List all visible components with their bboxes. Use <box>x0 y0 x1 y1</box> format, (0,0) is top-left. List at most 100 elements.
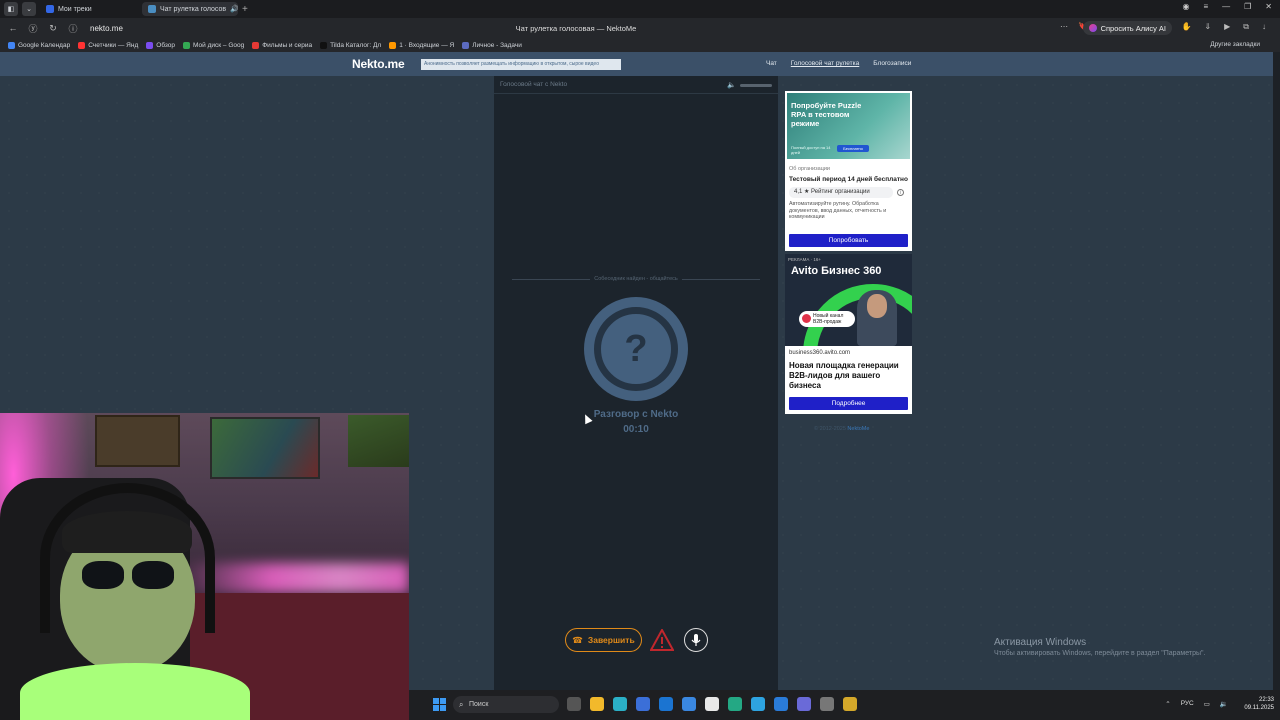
google-calendar-icon <box>8 41 15 49</box>
todo-icon[interactable] <box>682 697 696 711</box>
system-tray: ⌃ РУС ▭ 🔉 <box>1165 700 1228 708</box>
activation-title: Активация Windows <box>994 637 1087 648</box>
ad-banner-text: Попробуйте Puzzle RPA в тестовом режиме <box>791 101 862 128</box>
nav-blog[interactable]: Блогозаписи <box>873 60 911 67</box>
end-call-button[interactable]: ☎ Завершить <box>565 628 642 652</box>
partner-avatar: ? <box>584 297 688 401</box>
profile-icon[interactable]: ◉ <box>1182 2 1189 11</box>
download-icon[interactable]: ⇓ <box>1204 22 1211 32</box>
overview-icon <box>146 41 154 49</box>
url-field[interactable]: nekto.me <box>90 24 123 33</box>
site-header: Nekto.me Анонимность позволяет размещать… <box>0 52 1273 76</box>
search-label: Поиск <box>469 701 489 708</box>
bookmark-item[interactable]: 1 · Входящие — Я <box>389 41 454 49</box>
windows-taskbar: ⌕ Поиск ⌃ РУС ▭ 🔉 22:33 09.11.2025 <box>409 690 1280 720</box>
bookmark-item[interactable]: Счетчики — Янд <box>78 41 139 49</box>
media-icon[interactable]: ▶ <box>1224 22 1230 32</box>
microphone-button[interactable] <box>684 628 708 652</box>
bookmark-item[interactable]: Личное - Задачи <box>462 41 522 49</box>
alice-button[interactable]: Спросить Алису AI <box>1082 21 1172 35</box>
taskbar-search[interactable]: ⌕ Поиск <box>453 696 559 713</box>
outlook-icon[interactable] <box>659 697 673 711</box>
microphone-icon <box>691 633 701 646</box>
tab-audio-icon[interactable]: 🔊 <box>230 5 238 13</box>
site-info-icon[interactable]: ⓘ <box>66 22 80 35</box>
bookmark-item[interactable]: Google Календар <box>8 41 71 49</box>
end-call-label: Завершить <box>587 635 635 645</box>
bookmark-item[interactable]: Tilda Каталог: Дл <box>320 41 381 49</box>
back-icon[interactable]: ← <box>6 23 20 33</box>
bookmark-label: Мой диск – Goog <box>193 41 245 49</box>
hangup-icon: ☎ <box>572 634 583 645</box>
network-icon[interactable]: ▭ <box>1204 700 1210 708</box>
page-title: Чат рулетка голосовая — NektoMe <box>515 23 637 33</box>
menu-icon[interactable]: ≡ <box>1203 2 1208 11</box>
bookmark-label: Google Календар <box>18 41 71 49</box>
tabs-dropdown-icon[interactable]: ⌄ <box>22 2 36 16</box>
new-tab-icon[interactable]: + <box>242 4 248 15</box>
bookmarks-bar: Google Календар Счетчики — Янд Обзор Мой… <box>0 38 1280 52</box>
taskbar-clock[interactable]: 22:33 09.11.2025 <box>1244 696 1274 712</box>
bookmark-item[interactable]: Мой диск – Goog <box>183 41 245 49</box>
start-icon[interactable] <box>433 698 446 711</box>
report-warning-icon[interactable] <box>650 629 674 651</box>
status-divider: Собеседник найден - общайтесь <box>512 276 761 282</box>
extension-icon[interactable]: ✋ <box>1181 22 1191 32</box>
metrika-icon <box>78 41 86 49</box>
yandex-browser-icon[interactable] <box>705 697 719 711</box>
site-nav: Чат Голосовой чат рулетка Блогозаписи <box>766 60 911 67</box>
address-bar: ← ⓨ ↻ ⓘ nekto.me Чат рулетка голосовая —… <box>0 18 1280 38</box>
site-logo[interactable]: Nekto.me <box>352 57 405 71</box>
settings-icon[interactable] <box>820 697 834 711</box>
volume-control[interactable]: 🔈 <box>727 81 772 89</box>
file-explorer-icon[interactable] <box>590 697 604 711</box>
ad-tag-text: Новый канал B2B-продаж <box>813 313 844 325</box>
ad-person-image <box>857 290 897 346</box>
ad-puzzle-rpa[interactable]: Попробуйте Puzzle RPA в тестовом режиме … <box>785 91 912 251</box>
ad-try-button[interactable]: Попробовать <box>789 234 908 247</box>
ad-avito-business[interactable]: РЕКЛАМА · 16+ Avito Бизнес 360 Новый кан… <box>785 254 912 414</box>
ad-banner-image[interactable]: РЕКЛАМА · 16+ Avito Бизнес 360 Новый кан… <box>785 254 912 346</box>
tray-chevron-icon[interactable]: ⌃ <box>1165 700 1170 708</box>
speaker-icon[interactable]: 🔉 <box>1220 700 1228 708</box>
more-icon[interactable]: ⋯ <box>1060 22 1068 31</box>
app-icon[interactable] <box>797 697 811 711</box>
language-indicator[interactable]: РУС <box>1181 700 1194 708</box>
edge-icon[interactable] <box>613 697 627 711</box>
search-icon: ⌕ <box>459 700 464 709</box>
notice-banner: Анонимность позволяет размещать информац… <box>421 59 621 70</box>
task-view-icon[interactable] <box>567 697 581 711</box>
close-window-icon[interactable]: ✕ <box>1265 2 1272 11</box>
info-icon[interactable]: i <box>897 189 904 196</box>
minimize-icon[interactable]: — <box>1222 2 1230 11</box>
bookmark-item[interactable]: Фильмы и сериа <box>252 41 312 49</box>
app-icon[interactable] <box>774 697 788 711</box>
nav-chat[interactable]: Чат <box>766 60 777 67</box>
store-icon[interactable] <box>636 697 650 711</box>
activation-subtitle: Чтобы активировать Windows, перейдите в … <box>994 650 1206 657</box>
browser-menu-icon[interactable]: ◧ <box>4 2 18 16</box>
page-scrollbar[interactable] <box>1273 52 1280 690</box>
reload-icon[interactable]: ↻ <box>46 23 60 34</box>
volume-icon: 🔈 <box>727 82 736 89</box>
volume-slider[interactable] <box>740 83 772 87</box>
browser-tab-bar: ◧ ⌄ Мои треки Чат рулетка голосов 🔊 ✕ + … <box>0 0 1280 18</box>
other-bookmarks[interactable]: Другие закладки <box>1210 41 1260 48</box>
ad-more-button[interactable]: Подробнее <box>789 397 908 410</box>
app-icon[interactable] <box>728 697 742 711</box>
bookmark-item[interactable]: Обзор <box>146 41 175 49</box>
downloads-icon[interactable]: ↓ <box>1262 22 1266 32</box>
app-icon[interactable] <box>843 697 857 711</box>
tab-my-tracks[interactable]: Мои треки <box>40 2 138 16</box>
ad-banner-button[interactable]: Бесплатно <box>837 145 869 152</box>
yandex-icon[interactable]: ⓨ <box>26 22 40 35</box>
tab-nekto-chat[interactable]: Чат рулетка голосов 🔊 ✕ <box>142 2 238 16</box>
telegram-icon[interactable] <box>751 697 765 711</box>
tabs-icon[interactable]: ⧉ <box>1243 22 1249 32</box>
copyright-link[interactable]: NektoMe <box>847 426 869 432</box>
restore-icon[interactable]: ❐ <box>1244 2 1251 11</box>
ad-description: Автоматизируйте рутину. Обработка докуме… <box>789 201 887 221</box>
ad-banner-image[interactable]: Попробуйте Puzzle RPA в тестовом режиме … <box>787 93 910 159</box>
nav-voice-chat[interactable]: Голосовой чат рулетка <box>791 60 859 67</box>
bookmark-label: Счетчики — Янд <box>88 41 139 49</box>
